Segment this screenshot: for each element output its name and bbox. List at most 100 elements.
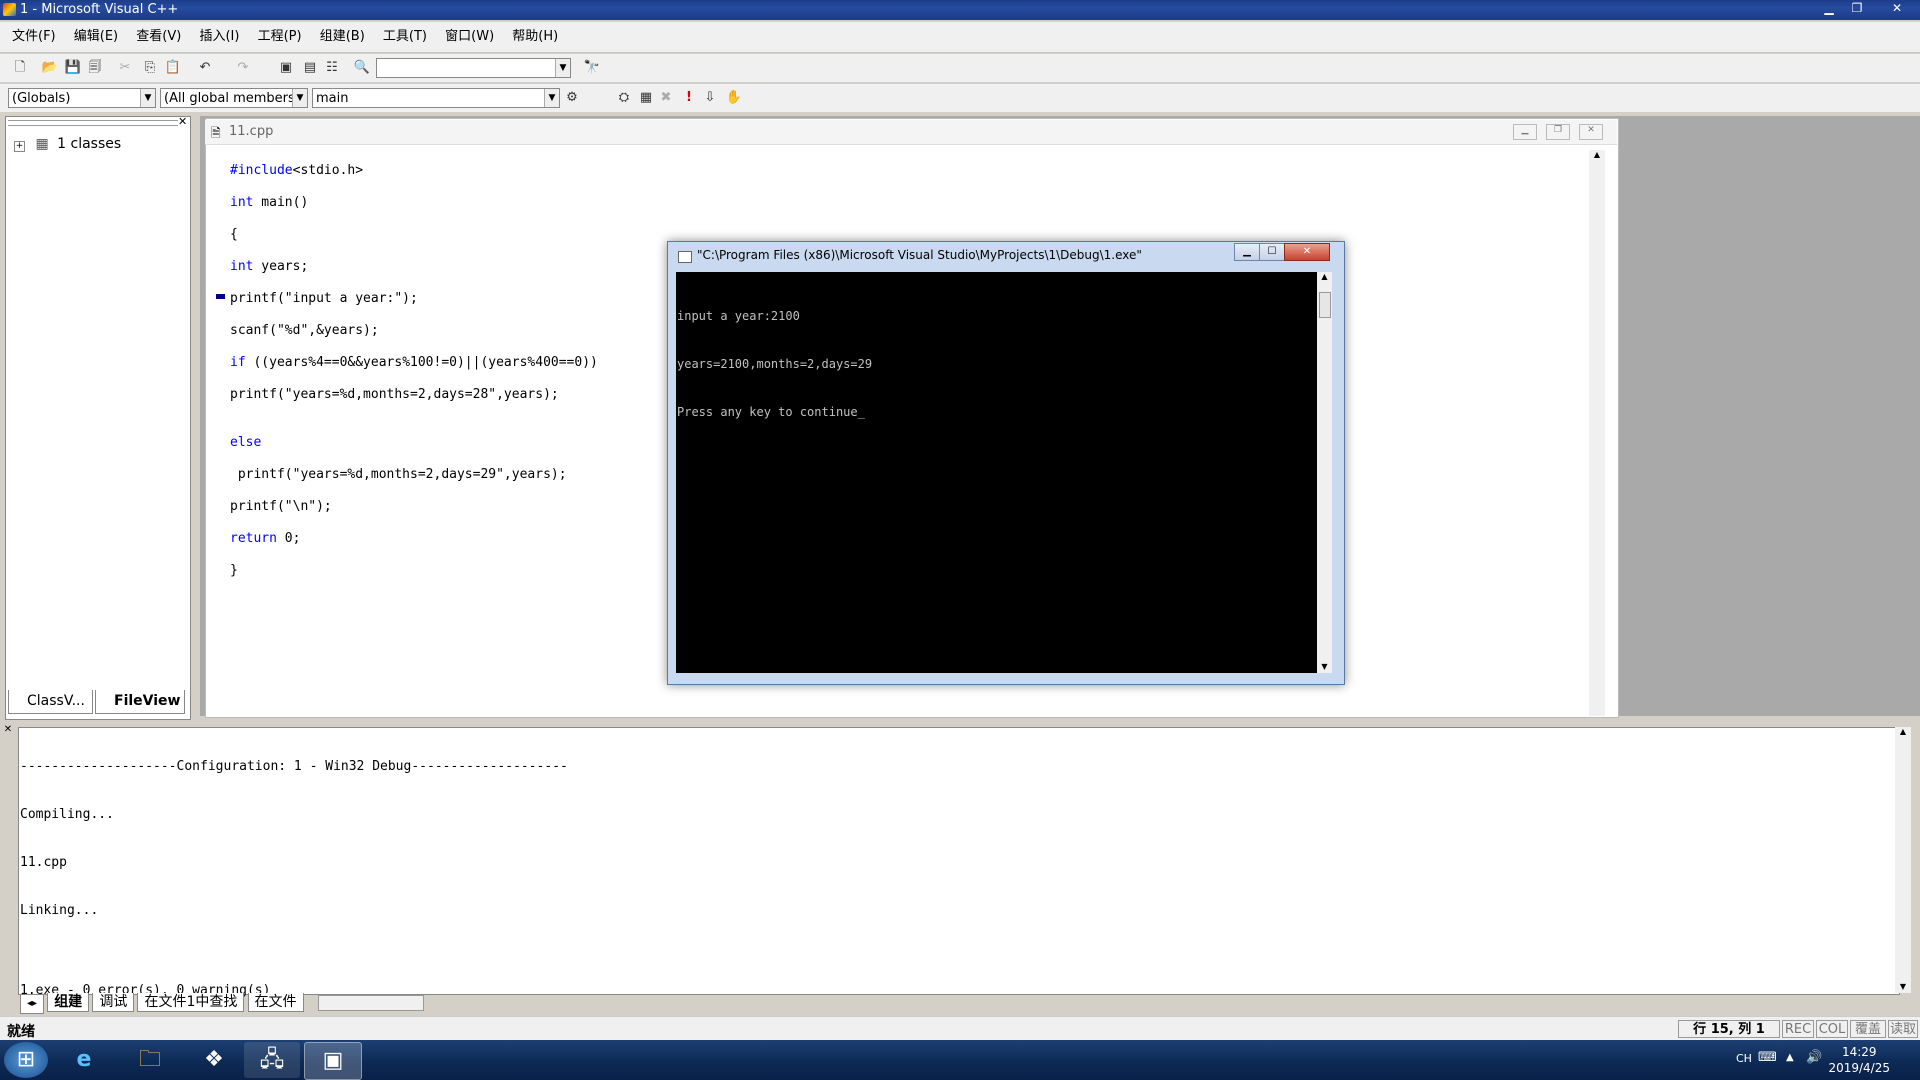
scope-combo[interactable]: (Globals) ▼ [8, 88, 156, 108]
find-combo[interactable]: ▼ [376, 58, 571, 78]
tree-root-label[interactable]: 1 classes [57, 136, 121, 152]
clock-date: 2019/4/25 [1828, 1061, 1890, 1075]
redo-icon[interactable]: ↷ [233, 58, 253, 78]
code-line: else [230, 435, 262, 450]
expand-icon[interactable]: + [14, 141, 25, 152]
build-icon[interactable]: ▦ [636, 88, 656, 108]
scroll-thumb[interactable] [1319, 292, 1331, 318]
close-icon[interactable]: ✕ [178, 115, 187, 128]
output-window-icon[interactable]: ▤ [300, 58, 320, 78]
tab-scroll-left-icon[interactable]: ◂▸ [20, 995, 45, 1014]
workspace-icon[interactable]: ▣ [276, 58, 296, 78]
undo-icon[interactable]: ↶ [195, 58, 215, 78]
menu-insert[interactable]: 插入(I) [192, 22, 246, 52]
scroll-up-icon[interactable]: ▲ [1589, 150, 1605, 159]
chevron-down-icon[interactable]: ▼ [292, 89, 307, 107]
source-code[interactable]: #include<stdio.h> int main() { int years… [230, 147, 598, 595]
menu-project[interactable]: 工程(P) [251, 22, 309, 52]
restore-icon[interactable]: ❐ [1844, 0, 1870, 16]
menu-window[interactable]: 窗口(W) [438, 22, 501, 52]
close-icon[interactable]: ✕ [1284, 243, 1330, 261]
window-list-icon[interactable]: ☷ [322, 58, 342, 78]
tab-find-in-files-1[interactable]: 在文件1中查找 [137, 993, 245, 1012]
restore-icon[interactable]: ❐ [1546, 124, 1570, 140]
col-indicator: COL [1816, 1020, 1848, 1038]
chevron-down-icon[interactable]: ▼ [140, 89, 155, 107]
minimize-icon[interactable]: ▁ [1234, 243, 1260, 261]
find-in-files-icon[interactable]: 🔍 [352, 58, 372, 78]
copy-icon[interactable]: ⎘ [140, 58, 160, 78]
explorer-folder-icon[interactable]: 🗀 [122, 1042, 178, 1078]
save-all-icon[interactable]: 🗐 [85, 58, 105, 78]
workspace-grip[interactable] [8, 120, 178, 126]
tab-build[interactable]: 组建 [47, 993, 90, 1012]
code-line: #include<stdio.h> [230, 163, 364, 178]
go-icon[interactable]: ⇩ [700, 88, 720, 108]
execute-icon[interactable]: ! [679, 88, 699, 108]
find-icon[interactable]: 🔭 [582, 58, 602, 78]
cursor-position: 行 15, 列 1 [1678, 1020, 1780, 1038]
output-line: 11.cpp [20, 855, 67, 870]
tab-debug[interactable]: 调试 [92, 993, 135, 1012]
tab-fileview[interactable]: FileView [95, 690, 185, 714]
close-icon[interactable]: ✕ [0, 724, 16, 735]
tab-classview[interactable]: ClassV... [8, 690, 93, 714]
editor-title-bar: 🗎 11.cpp ▁ ❐ ✕ [205, 120, 1617, 145]
keyboard-icon[interactable]: ⌨ [1758, 1050, 1777, 1065]
menu-tools[interactable]: 工具(T) [376, 22, 434, 52]
wizard-action-icon[interactable]: ⚙ [562, 88, 582, 108]
menu-help[interactable]: 帮助(H) [505, 22, 565, 52]
output-grip[interactable]: ✕ [0, 724, 16, 1014]
paste-icon[interactable]: 📋 [163, 58, 183, 78]
close-icon[interactable]: ✕ [1880, 0, 1914, 16]
scroll-down-icon[interactable]: ▼ [1317, 662, 1332, 671]
app-icon[interactable]: ❖ [186, 1042, 242, 1078]
volume-icon[interactable]: 🔊 [1806, 1050, 1822, 1065]
ie-icon[interactable]: e [56, 1042, 112, 1078]
classes-icon: ▦ [35, 136, 49, 152]
new-file-icon[interactable]: 🗋 [10, 58, 30, 78]
compile-icon[interactable]: ⛭ [614, 88, 634, 108]
console-vertical-scrollbar[interactable]: ▲ ▼ [1317, 272, 1332, 673]
code-line: { [230, 227, 238, 242]
scroll-up-icon[interactable]: ▲ [1895, 727, 1911, 736]
save-icon[interactable]: 💾 [63, 58, 83, 78]
console-line: input a year:2100 [677, 309, 800, 323]
menu-build[interactable]: 组建(B) [313, 22, 372, 52]
code-line: printf("years=%d,months=2,days=28",years… [230, 387, 559, 402]
scroll-down-icon[interactable]: ▼ [1895, 982, 1911, 991]
app-title-bar: 1 - Microsoft Visual C++ ▁ ❐ ✕ [0, 0, 1920, 20]
menu-edit[interactable]: 编辑(E) [67, 22, 125, 52]
breakpoint-hand-icon[interactable]: ✋ [724, 88, 744, 108]
clock-time: 14:29 [1841, 1045, 1877, 1059]
start-button[interactable]: ⊞ [4, 1042, 48, 1078]
tray-expand-icon[interactable]: ▲ [1786, 1052, 1794, 1063]
network-app-icon[interactable]: 🖧 [244, 1042, 300, 1078]
console-output[interactable]: input a year:2100 years=2100,months=2,da… [676, 272, 1317, 673]
tab-find-in-files-2[interactable]: 在文件 [247, 993, 304, 1012]
open-folder-icon[interactable]: 📂 [40, 58, 60, 78]
cut-icon[interactable]: ✂ [115, 58, 135, 78]
taskbar-clock[interactable]: 14:29 2019/4/25 [1828, 1044, 1890, 1076]
member-combo[interactable]: main ▼ [312, 88, 560, 108]
status-bar: 就绪 行 15, 列 1 REC COL 覆盖 读取 [0, 1016, 1920, 1041]
code-line: } [230, 563, 238, 578]
editor-vertical-scrollbar[interactable]: ▲ [1589, 150, 1605, 716]
filter-combo[interactable]: (All global members ▼ [160, 88, 308, 108]
stop-build-icon[interactable]: ✖ [656, 88, 676, 108]
chevron-down-icon[interactable]: ▼ [555, 59, 570, 77]
language-indicator[interactable]: CH [1736, 1052, 1752, 1065]
code-line: scanf("%d",&years); [230, 323, 379, 338]
scroll-up-icon[interactable]: ▲ [1317, 272, 1332, 281]
readonly-indicator: 读取 [1888, 1020, 1918, 1038]
maximize-icon[interactable]: ☐ [1259, 243, 1285, 261]
visual-cpp-task-icon[interactable]: ▣ [304, 1042, 362, 1080]
minimize-icon[interactable]: ▁ [1513, 124, 1537, 140]
output-horizontal-scrollbar[interactable] [318, 995, 424, 1011]
chevron-down-icon[interactable]: ▼ [544, 89, 559, 107]
menu-view[interactable]: 查看(V) [129, 22, 188, 52]
minimize-icon[interactable]: ▁ [1816, 0, 1842, 16]
close-icon[interactable]: ✕ [1579, 124, 1603, 140]
menu-file[interactable]: 文件(F) [5, 22, 63, 52]
output-vertical-scrollbar[interactable]: ▲ ▼ [1895, 727, 1911, 993]
